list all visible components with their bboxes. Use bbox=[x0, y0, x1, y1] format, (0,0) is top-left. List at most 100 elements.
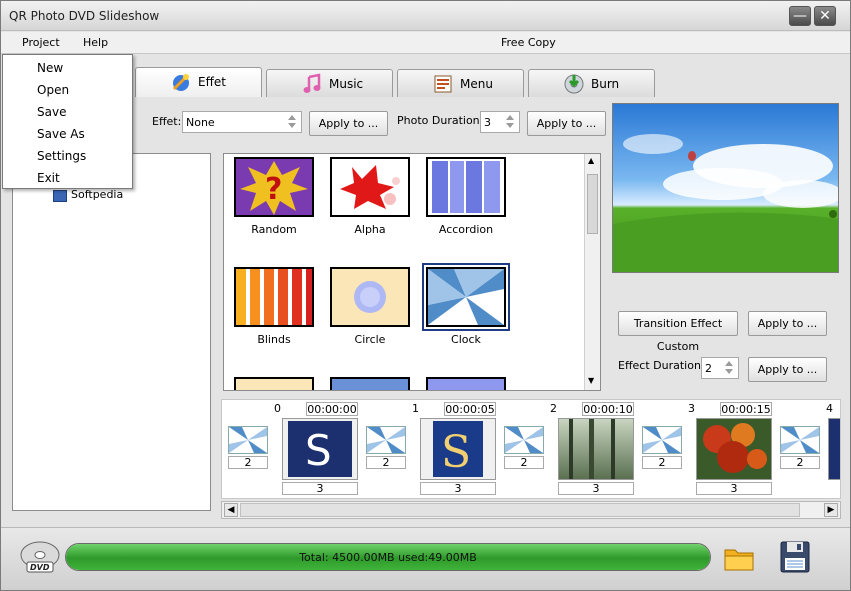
close-button[interactable]: ✕ bbox=[814, 6, 836, 26]
status-bar: DVD Total: 4500.00MB used:49.00MB bbox=[1, 527, 850, 590]
open-folder-icon[interactable] bbox=[723, 544, 755, 572]
photo-duration-apply-button[interactable]: Apply to ... bbox=[527, 111, 606, 136]
photo-duration-input[interactable]: 3 bbox=[480, 111, 520, 133]
effects-grid: ? Random Alpha Accordion Blinds Circle C… bbox=[223, 153, 601, 391]
effect-accordion[interactable]: Accordion bbox=[426, 157, 508, 247]
effect-circle[interactable]: Circle bbox=[330, 267, 412, 357]
app-window: QR Photo DVD Slideshow — ✕ Project Help … bbox=[0, 0, 851, 591]
photo-thumb: S bbox=[420, 418, 496, 480]
transition-duration: 2 bbox=[366, 456, 406, 469]
menu-item-settings[interactable]: Settings bbox=[37, 149, 86, 163]
menu-item-save[interactable]: Save bbox=[37, 105, 66, 119]
transition-duration: 2 bbox=[642, 456, 682, 469]
timeline-strip[interactable]: 2 0 00:00:00 S 3 2 1 00:00:05 S 3 2 2 00… bbox=[221, 399, 841, 499]
transition-thumb bbox=[366, 426, 406, 454]
effect-duration-input[interactable]: 2 bbox=[701, 357, 739, 379]
timeline-transition[interactable]: 2 bbox=[504, 426, 546, 470]
effect-clock[interactable]: Clock bbox=[422, 263, 510, 357]
effect-duration-label: Effect Duration: bbox=[618, 359, 705, 372]
effect-thumb bbox=[330, 157, 410, 217]
photo-index: 2 bbox=[550, 402, 557, 415]
transition-duration: 2 bbox=[228, 456, 268, 469]
minimize-button[interactable]: — bbox=[789, 6, 811, 26]
effet-spin-icon[interactable] bbox=[285, 112, 299, 132]
burn-icon bbox=[564, 74, 584, 94]
timeline-photo[interactable]: 3 00:00:15 3 bbox=[688, 400, 772, 496]
scroll-up-icon[interactable]: ▲ bbox=[588, 156, 594, 165]
effect-duration-spin-icon[interactable] bbox=[722, 358, 736, 378]
scroll-right-icon[interactable]: ▶ bbox=[824, 503, 838, 517]
photo-thumb bbox=[558, 418, 634, 480]
menu-item-new[interactable]: New bbox=[37, 61, 63, 75]
dvd-icon[interactable]: DVD bbox=[19, 540, 61, 574]
photo-duration: 3 bbox=[696, 482, 772, 495]
effect-thumb-partial bbox=[426, 377, 506, 390]
effet-label: Effet: bbox=[152, 115, 182, 128]
effect-thumb bbox=[426, 157, 506, 217]
menu-item-exit[interactable]: Exit bbox=[37, 171, 60, 185]
tab-music[interactable]: Music bbox=[266, 69, 393, 97]
timeline-photo[interactable]: 0 00:00:00 S 3 bbox=[274, 400, 358, 496]
photo-duration: 3 bbox=[282, 482, 358, 495]
tree-item-softpedia[interactable]: Softpedia bbox=[71, 188, 123, 201]
effect-alpha[interactable]: Alpha bbox=[330, 157, 412, 247]
photo-index: 3 bbox=[688, 402, 695, 415]
effet-value: None bbox=[186, 116, 215, 129]
timeline-photo[interactable]: 2 00:00:10 3 bbox=[550, 400, 634, 496]
timeline-transition[interactable]: 2 bbox=[366, 426, 408, 470]
photo-duration-spin-icon[interactable] bbox=[503, 112, 517, 132]
effect-duration-apply-button[interactable]: Apply to ... bbox=[748, 357, 827, 382]
effects-scrollbar[interactable]: ▲ ▼ bbox=[584, 154, 600, 390]
scroll-thumb[interactable] bbox=[240, 503, 800, 517]
timeline-transition[interactable]: 2 bbox=[228, 426, 270, 470]
timeline-photo[interactable]: 1 00:00:05 S 3 bbox=[412, 400, 496, 496]
photo-thumb: S bbox=[282, 418, 358, 480]
free-copy-label: Free Copy bbox=[501, 36, 556, 49]
effet-apply-button[interactable]: Apply to ... bbox=[309, 111, 388, 136]
tab-menu[interactable]: Menu bbox=[397, 69, 524, 97]
photo-index: 0 bbox=[274, 402, 281, 415]
timeline-scrollbar[interactable]: ◀ ▶ bbox=[221, 501, 841, 519]
menu-project[interactable]: Project bbox=[22, 36, 60, 49]
scroll-thumb[interactable] bbox=[587, 174, 598, 234]
effect-random[interactable]: ? Random bbox=[234, 157, 316, 247]
effect-thumb bbox=[330, 267, 410, 327]
transition-custom-button[interactable]: Transition Effect Custom bbox=[618, 311, 738, 353]
tab-effet[interactable]: Effet bbox=[135, 67, 262, 97]
preview-image bbox=[612, 103, 839, 273]
menu-item-open[interactable]: Open bbox=[37, 83, 69, 97]
effet-select[interactable]: None bbox=[182, 111, 302, 133]
timeline-transition[interactable]: 2 bbox=[642, 426, 684, 470]
menu-help[interactable]: Help bbox=[83, 36, 108, 49]
minimize-icon: — bbox=[793, 8, 807, 24]
transition-duration: 2 bbox=[780, 456, 820, 469]
svg-text:S: S bbox=[305, 426, 332, 475]
music-icon bbox=[303, 73, 321, 93]
effect-label: Accordion bbox=[438, 223, 494, 236]
transition-thumb bbox=[504, 426, 544, 454]
disk-usage-text: Total: 4500.00MB used:49.00MB bbox=[299, 551, 477, 564]
photo-duration: 3 bbox=[558, 482, 634, 495]
effect-label: Blinds bbox=[257, 333, 291, 346]
photo-time: 00:00:05 bbox=[444, 402, 496, 416]
save-icon[interactable] bbox=[779, 540, 811, 574]
photo-index: 1 bbox=[412, 402, 419, 415]
svg-text:?: ? bbox=[265, 172, 282, 207]
svg-text:S: S bbox=[441, 427, 471, 478]
tab-burn[interactable]: Burn bbox=[528, 69, 655, 97]
scroll-down-icon[interactable]: ▼ bbox=[588, 376, 594, 385]
transition-apply-button[interactable]: Apply to ... bbox=[748, 311, 827, 336]
menu-item-save-as[interactable]: Save As bbox=[37, 127, 85, 141]
timeline-photo[interactable]: 4 bbox=[826, 400, 840, 496]
scroll-left-icon[interactable]: ◀ bbox=[224, 503, 238, 517]
project-tree[interactable]: Softpedia bbox=[12, 153, 211, 511]
effect-label: Random bbox=[251, 223, 297, 236]
timeline-transition[interactable]: 2 bbox=[780, 426, 822, 470]
svg-text:DVD: DVD bbox=[30, 563, 50, 572]
tab-label: Menu bbox=[460, 77, 493, 91]
photo-time: 00:00:10 bbox=[582, 402, 634, 416]
photo-thumb bbox=[828, 418, 840, 480]
effect-blinds[interactable]: Blinds bbox=[234, 267, 316, 357]
project-menu-dropdown: New Open Save Save As Settings Exit bbox=[2, 54, 133, 189]
window-title: QR Photo DVD Slideshow bbox=[9, 9, 160, 23]
